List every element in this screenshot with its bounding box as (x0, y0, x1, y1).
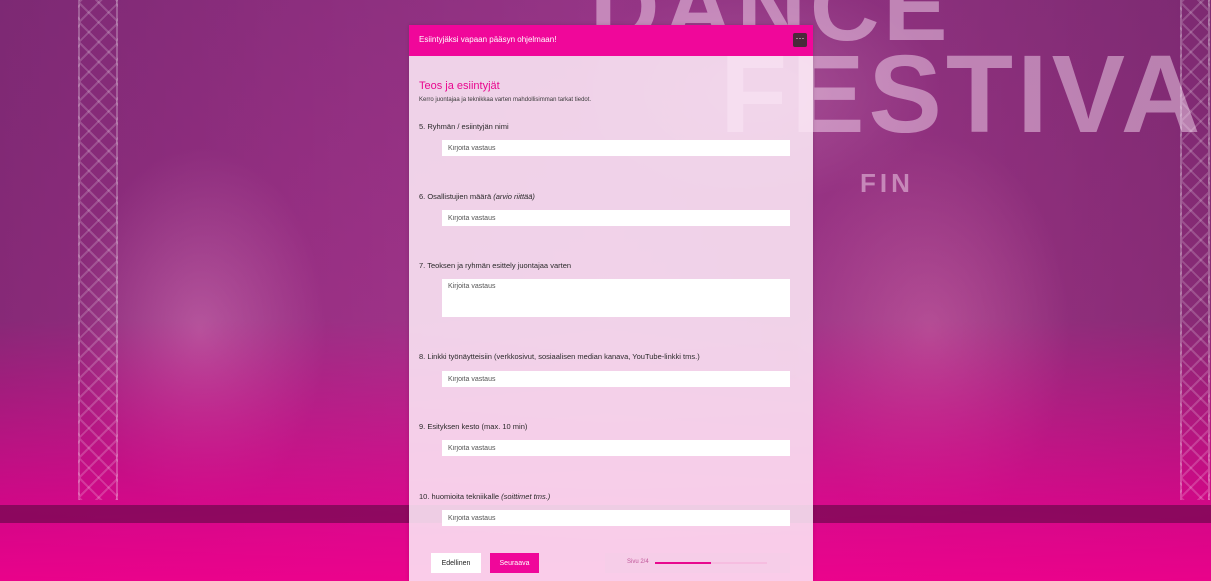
question-5-label: 5. Ryhmän / esiintyjän nimi (419, 122, 509, 131)
introduction-textarea[interactable] (442, 279, 790, 317)
section-description: Kerro juontajaa ja teknikkaa varten mahd… (419, 97, 592, 103)
question-6-hint: (arvio riittää) (493, 192, 535, 201)
question-6-text: 6. Osallistujien määrä (419, 192, 492, 201)
portfolio-link-input[interactable] (442, 371, 790, 387)
previous-button[interactable]: Edellinen (431, 553, 481, 573)
participant-count-input[interactable] (442, 210, 790, 226)
question-8-text: 8. Linkki työnäytteisiin (verkkosivut, s… (419, 352, 700, 361)
next-button[interactable]: Seuraava (490, 553, 539, 573)
background-word-fin: FIN (860, 168, 914, 198)
question-7-label: 7. Teoksen ja ryhmän esittely juontajaa … (419, 261, 571, 270)
question-10-hint: (soittimet tms.) (501, 492, 551, 501)
form-title: Esiintyjäksi vapaan pääsyn ohjelmaan! (419, 35, 557, 44)
progress-track (655, 562, 767, 564)
question-7-text: 7. Teoksen ja ryhmän esittely juontajaa … (419, 261, 572, 270)
question-10-text: 10. huomioita tekniikalle (419, 492, 500, 501)
form-panel: Esiintyjäksi vapaan pääsyn ohjelmaan! ··… (409, 25, 813, 581)
progress-fill (655, 562, 711, 564)
question-8-label: 8. Linkki työnäytteisiin (verkkosivut, s… (419, 352, 700, 361)
question-6-label: 6. Osallistujien määrä (arvio riittää) (419, 192, 535, 201)
stage-truss-left (78, 0, 118, 500)
section-title: Teos ja esiintyjät (419, 80, 500, 92)
form-header: Esiintyjäksi vapaan pääsyn ohjelmaan! ··… (409, 25, 813, 56)
page-counter: Sivu 2/4 (627, 559, 649, 565)
performance-duration-input[interactable] (442, 440, 790, 456)
progress-indicator: Sivu 2/4 (605, 553, 790, 573)
question-10-label: 10. huomioita tekniikalle (soittimet tms… (419, 492, 550, 501)
question-9-text: 9. Esityksen kesto (max. 10 min) (419, 422, 528, 431)
question-5-text: 5. Ryhmän / esiintyjän nimi (419, 122, 509, 131)
group-name-input[interactable] (442, 140, 790, 156)
more-options-icon[interactable]: ··· (793, 33, 807, 47)
technical-notes-input[interactable] (442, 510, 790, 526)
question-9-label: 9. Esityksen kesto (max. 10 min) (419, 422, 527, 431)
